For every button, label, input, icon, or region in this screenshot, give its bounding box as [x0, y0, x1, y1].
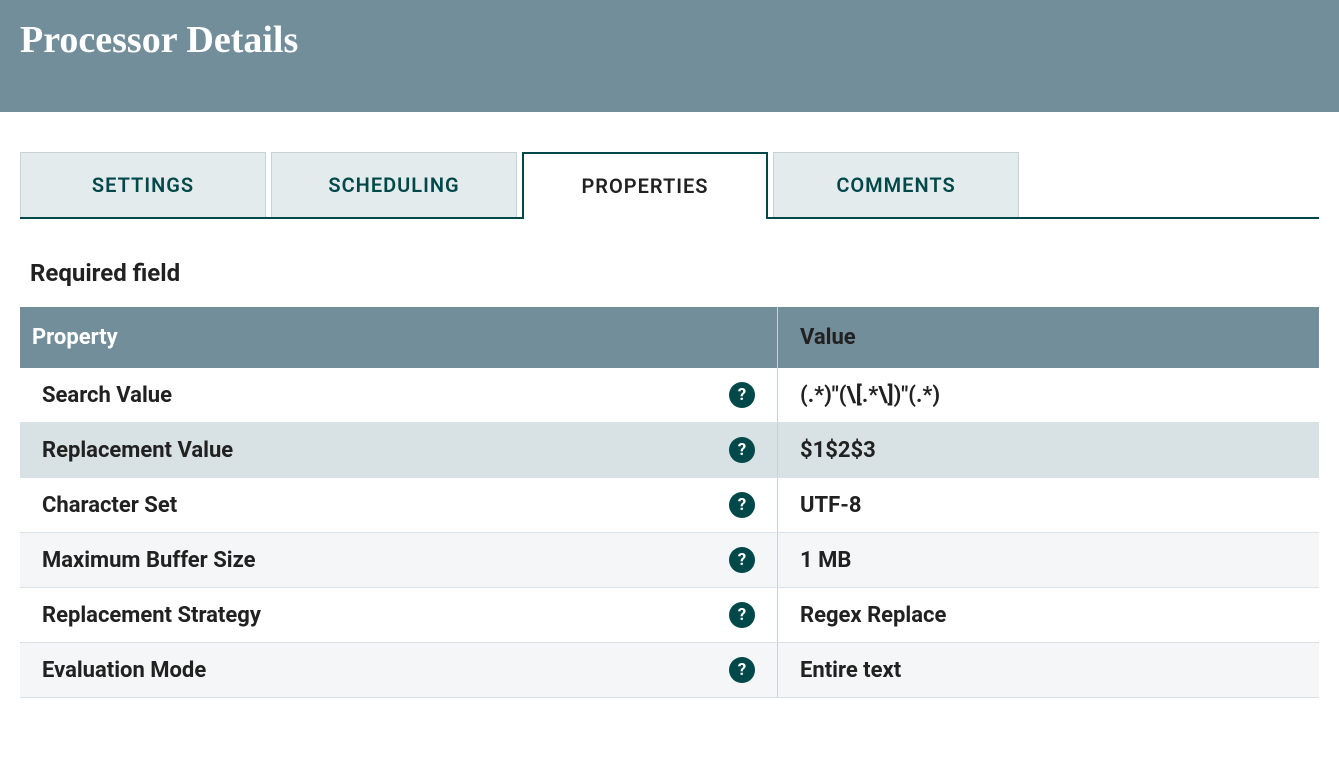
- content-area: SETTINGSSCHEDULINGPROPERTIESCOMMENTS Req…: [0, 112, 1339, 718]
- table-body: Search Value?(.*)"(\[.*\])"(.*)Replaceme…: [20, 368, 1319, 698]
- value-cell[interactable]: UTF-8: [778, 478, 1319, 532]
- property-cell: Character Set?: [20, 478, 778, 532]
- help-icon[interactable]: ?: [729, 382, 755, 408]
- table-row[interactable]: Search Value?(.*)"(\[.*\])"(.*): [20, 368, 1319, 423]
- table-row[interactable]: Evaluation Mode?Entire text: [20, 643, 1319, 698]
- property-name: Evaluation Mode: [42, 658, 206, 683]
- property-name: Replacement Strategy: [42, 603, 261, 628]
- properties-table: Property Value Search Value?(.*)"(\[.*\]…: [20, 307, 1319, 698]
- property-name: Character Set: [42, 493, 177, 518]
- property-header: Property: [20, 307, 778, 368]
- page-title: Processor Details: [20, 18, 1319, 62]
- help-icon[interactable]: ?: [729, 602, 755, 628]
- value-cell[interactable]: (.*)"(\[.*\])"(.*): [778, 368, 1319, 422]
- property-name: Maximum Buffer Size: [42, 548, 255, 573]
- table-row[interactable]: Replacement Strategy?Regex Replace: [20, 588, 1319, 643]
- tabs: SETTINGSSCHEDULINGPROPERTIESCOMMENTS: [20, 152, 1319, 219]
- value-cell[interactable]: 1 MB: [778, 533, 1319, 587]
- table-row[interactable]: Replacement Value?$1$2$3: [20, 423, 1319, 478]
- property-cell: Maximum Buffer Size?: [20, 533, 778, 587]
- value-header: Value: [778, 307, 1319, 368]
- property-cell: Replacement Value?: [20, 423, 778, 477]
- table-row[interactable]: Character Set?UTF-8: [20, 478, 1319, 533]
- property-name: Search Value: [42, 383, 172, 408]
- header: Processor Details: [0, 0, 1339, 112]
- help-icon[interactable]: ?: [729, 657, 755, 683]
- tab-scheduling[interactable]: SCHEDULING: [271, 152, 517, 217]
- required-field-label: Required field: [20, 259, 1319, 287]
- help-icon[interactable]: ?: [729, 492, 755, 518]
- table-header: Property Value: [20, 307, 1319, 368]
- property-cell: Replacement Strategy?: [20, 588, 778, 642]
- tab-comments[interactable]: COMMENTS: [773, 152, 1019, 217]
- property-cell: Evaluation Mode?: [20, 643, 778, 697]
- value-cell[interactable]: Entire text: [778, 643, 1319, 697]
- value-cell[interactable]: $1$2$3: [778, 423, 1319, 477]
- property-cell: Search Value?: [20, 368, 778, 422]
- help-icon[interactable]: ?: [729, 437, 755, 463]
- property-name: Replacement Value: [42, 438, 233, 463]
- help-icon[interactable]: ?: [729, 547, 755, 573]
- tab-settings[interactable]: SETTINGS: [20, 152, 266, 217]
- value-cell[interactable]: Regex Replace: [778, 588, 1319, 642]
- table-row[interactable]: Maximum Buffer Size?1 MB: [20, 533, 1319, 588]
- tab-properties[interactable]: PROPERTIES: [522, 152, 768, 219]
